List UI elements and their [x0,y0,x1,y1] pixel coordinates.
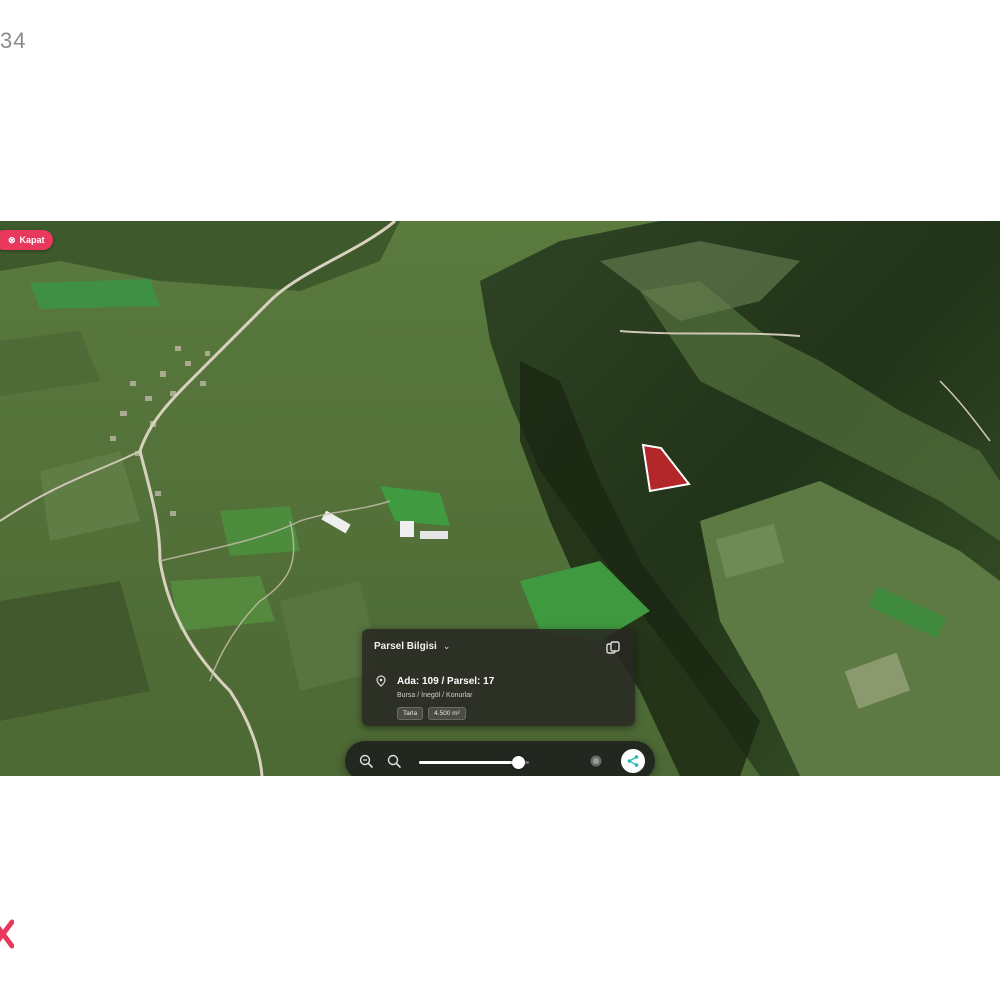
zoom-slider[interactable] [419,756,529,769]
close-button-label: Kapat [19,235,45,245]
parcel-location: Bursa / İnegöl / Konurlar [397,692,473,699]
watermark-x-icon [0,919,14,949]
share-button[interactable] [621,749,645,773]
zoom-slider-handle[interactable] [512,756,525,769]
parcel-title: Ada: 109 / Parsel: 17 [397,676,495,687]
corner-text: 34 [0,28,27,53]
zoom-in-icon[interactable] [386,753,402,769]
area-tag: 4.500 m² [428,707,466,720]
close-button[interactable]: ⊗ Kapat [0,230,53,250]
share-icon [627,755,639,767]
zoom-out-icon[interactable] [358,753,374,769]
layers-icon[interactable] [588,753,604,769]
land-type-tag: Tarla [397,707,424,720]
parcel-tags: Tarla 4.500 m² [397,707,466,720]
location-pin-icon [376,675,386,687]
zoom-slider-fill [419,761,518,764]
parcel-info-dropdown[interactable]: Parsel Bilgisi ⌄ [374,641,450,652]
close-icon: ⊗ [8,234,16,245]
parcel-info-panel: Parsel Bilgisi ⌄ Ada: 109 / Parsel: 17 B… [362,629,635,726]
panel-title: Parsel Bilgisi [374,641,437,652]
map-toolbar [345,741,655,776]
chevron-down-icon: ⌄ [442,641,451,651]
satellite-map[interactable]: ⊗ Kapat Parsel Bilgisi ⌄ Ada: 109 / Pars… [0,221,1000,776]
copy-icon[interactable] [605,640,621,656]
